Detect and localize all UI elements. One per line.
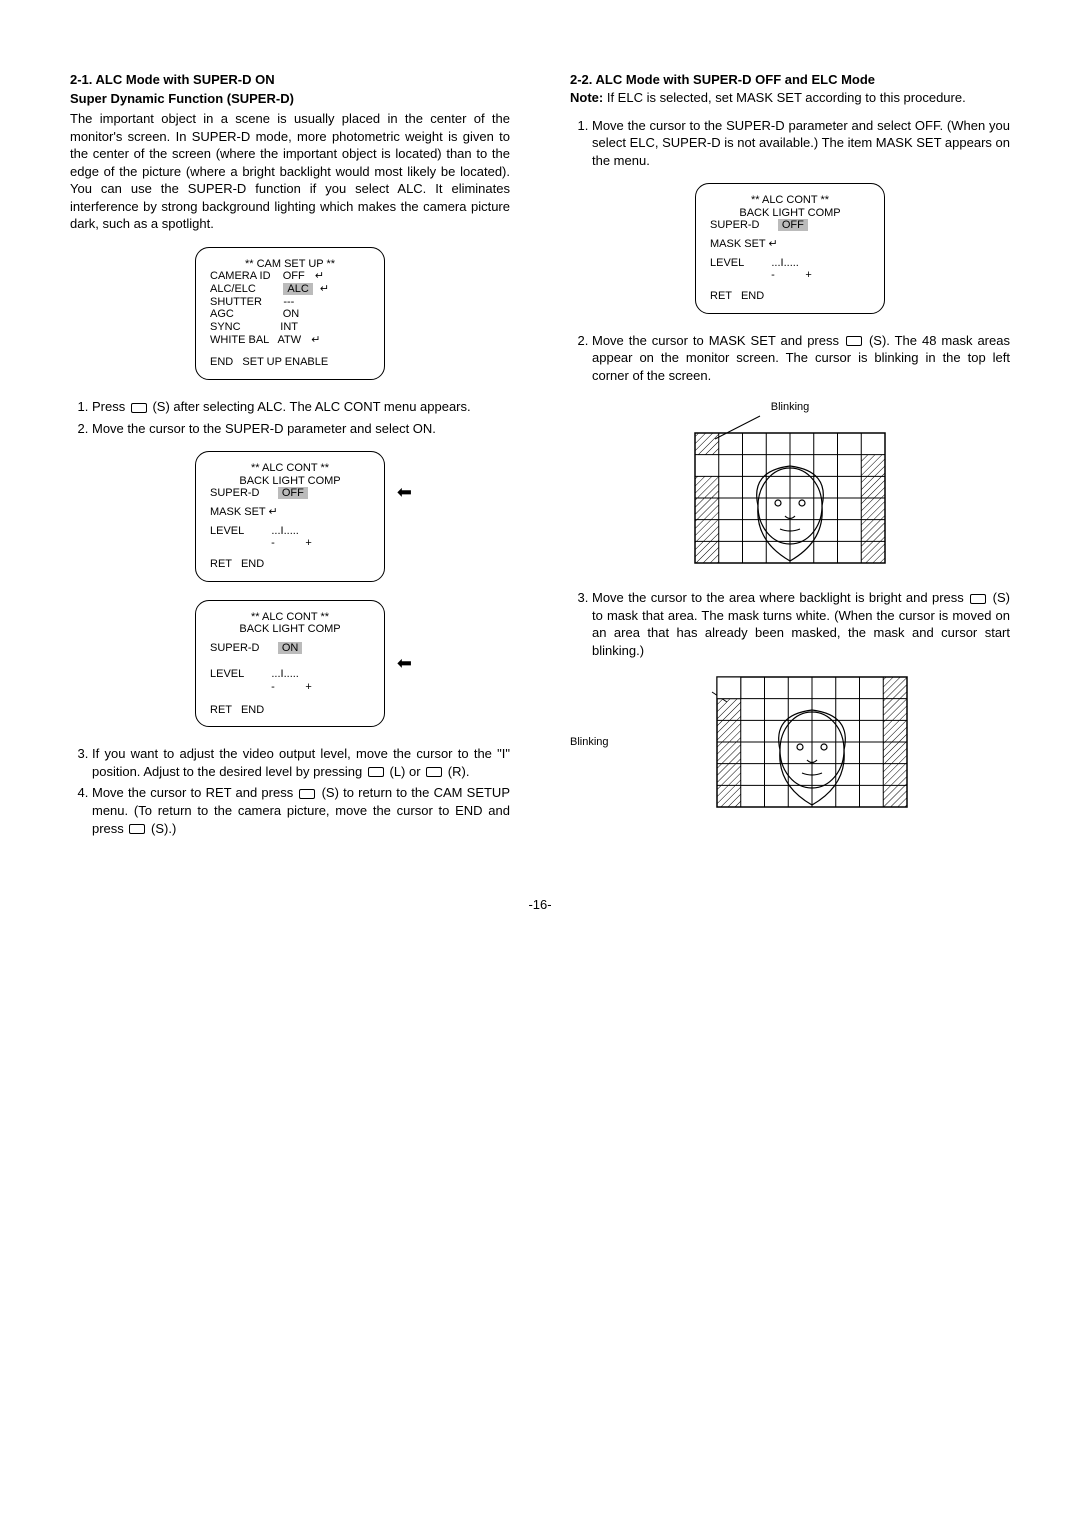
m3-l1b: ON <box>278 642 303 654</box>
r-step-1: Move the cursor to the SUPER-D parameter… <box>592 117 1010 170</box>
rm1-l3b: ...I..... <box>771 257 799 269</box>
rm1-l1b: OFF <box>778 219 808 231</box>
m2-title: ** ALC CONT ** <box>210 462 370 475</box>
m1-l2b: ALC <box>283 283 312 295</box>
blinking-label-side: Blinking <box>570 736 609 748</box>
sec-2-1-intro: The important object in a scene is usual… <box>70 110 510 233</box>
m2-l2a: MASK SET ↵ <box>210 506 370 519</box>
m3-ret: RET END <box>210 704 370 717</box>
left-arrow-icon: ⬅ <box>397 653 412 674</box>
mask-grid-svg-2 <box>707 672 917 812</box>
set-button-icon <box>368 767 384 777</box>
set-button-icon <box>129 824 145 834</box>
sec-2-2-steps-b: Move the cursor to MASK SET and press (S… <box>570 332 1010 385</box>
return-arrow-icon: ↵ <box>317 283 329 296</box>
alc-cont-right-menu: ** ALC CONT ** BACK LIGHT COMP SUPER-D O… <box>695 183 885 313</box>
m2-l1b: OFF <box>278 487 308 499</box>
rm1-l3c: - + <box>710 269 870 282</box>
mask-grid-figure-1: Blinking <box>570 396 1010 571</box>
step-3: If you want to adjust the video output l… <box>92 745 510 780</box>
m2-l1a: SUPER-D <box>210 487 260 499</box>
set-button-icon <box>131 403 147 413</box>
rm1-l1a: SUPER-D <box>710 219 760 231</box>
rm1-title: ** ALC CONT ** <box>710 194 870 207</box>
m1-l6a: WHITE BAL <box>210 334 269 346</box>
sec-2-1-title: 2-1. ALC Mode with SUPER-D ON <box>70 72 510 87</box>
step-2: Move the cursor to the SUPER-D parameter… <box>92 420 510 438</box>
m3-l1a: SUPER-D <box>210 642 260 654</box>
m1-l6b: ATW <box>277 334 301 346</box>
alc-cont-on-menu: ** ALC CONT ** BACK LIGHT COMP SUPER-D O… <box>195 600 385 728</box>
m1-end: END SET UP ENABLE <box>210 356 370 369</box>
step-1: Press (S) after selecting ALC. The ALC C… <box>92 398 510 416</box>
rm1-l2a: MASK SET ↵ <box>710 238 870 251</box>
m2-l3a: LEVEL <box>210 525 244 537</box>
sec-2-2-steps-c: Move the cursor to the area where backli… <box>570 589 1010 659</box>
note: Note: If ELC is selected, set MASK SET a… <box>570 89 1010 107</box>
alc-cont-right-container: ** ALC CONT ** BACK LIGHT COMP SUPER-D O… <box>570 183 1010 313</box>
rm1-l3a: LEVEL <box>710 257 744 269</box>
rm1-sub: BACK LIGHT COMP <box>710 207 870 220</box>
set-button-icon <box>970 594 986 604</box>
rm1-ret: RET END <box>710 290 870 303</box>
left-arrow-icon: ⬅ <box>397 482 412 503</box>
sec-2-1-steps-b: If you want to adjust the video output l… <box>70 745 510 837</box>
left-column: 2-1. ALC Mode with SUPER-D ON Super Dyna… <box>70 60 510 847</box>
m1-l5b: INT <box>280 321 298 333</box>
return-arrow-icon: ↵ <box>309 270 324 283</box>
m3-sub: BACK LIGHT COMP <box>210 623 370 636</box>
step-4: Move the cursor to RET and press (S) to … <box>92 784 510 837</box>
cam-setup-menu: ** CAM SET UP ** CAMERA ID OFF ↵ ALC/ELC… <box>195 247 385 380</box>
set-button-icon <box>426 767 442 777</box>
note-text: If ELC is selected, set MASK SET accordi… <box>603 90 965 105</box>
alc-cont-off-container: ** ALC CONT ** BACK LIGHT COMP SUPER-D O… <box>70 451 510 581</box>
m2-l3b: ...I..... <box>271 525 299 537</box>
m3-l3b: ...I..... <box>271 668 299 680</box>
alc-cont-on-container: ** ALC CONT ** BACK LIGHT COMP SUPER-D O… <box>70 600 510 728</box>
set-button-icon <box>299 789 315 799</box>
m2-ret: RET END <box>210 558 370 571</box>
r-step-3: Move the cursor to the area where backli… <box>592 589 1010 659</box>
alc-cont-off-menu: ** ALC CONT ** BACK LIGHT COMP SUPER-D O… <box>195 451 385 581</box>
sec-2-1-subheading: Super Dynamic Function (SUPER-D) <box>70 91 510 106</box>
m3-l3c: - + <box>210 681 370 694</box>
m1-l3a: SHUTTER <box>210 296 262 308</box>
m1-l4b: ON <box>283 308 300 320</box>
menu1-title: ** CAM SET UP ** <box>210 258 370 271</box>
m2-sub: BACK LIGHT COMP <box>210 475 370 488</box>
m2-l3c: - + <box>210 537 370 550</box>
right-column: 2-2. ALC Mode with SUPER-D OFF and ELC M… <box>570 60 1010 847</box>
mask-grid-figure-2-wrap: Blinking <box>570 672 1010 812</box>
m3-l3a: LEVEL <box>210 668 244 680</box>
mask-grid-svg-1 <box>685 411 895 571</box>
blinking-label-top: Blinking <box>771 401 810 413</box>
cam-setup-menu-container: ** CAM SET UP ** CAMERA ID OFF ↵ ALC/ELC… <box>70 247 510 380</box>
note-label: Note: <box>570 90 603 105</box>
m1-l1b: OFF <box>283 270 305 282</box>
sec-2-2-steps-a: Move the cursor to the SUPER-D parameter… <box>570 117 1010 170</box>
sec-2-1-steps-a: Press (S) after selecting ALC. The ALC C… <box>70 398 510 437</box>
m1-l4a: AGC <box>210 308 234 320</box>
return-arrow-icon: ↵ <box>305 334 320 347</box>
m1-l1a: CAMERA ID <box>210 270 271 282</box>
sec-2-2-title: 2-2. ALC Mode with SUPER-D OFF and ELC M… <box>570 72 1010 87</box>
m3-title: ** ALC CONT ** <box>210 611 370 624</box>
set-button-icon <box>846 336 862 346</box>
m1-l5a: SYNC <box>210 321 241 333</box>
m1-l3b: --- <box>283 296 294 308</box>
m1-l2a: ALC/ELC <box>210 283 256 295</box>
page-number: -16- <box>70 897 1010 912</box>
r-step-2: Move the cursor to MASK SET and press (S… <box>592 332 1010 385</box>
